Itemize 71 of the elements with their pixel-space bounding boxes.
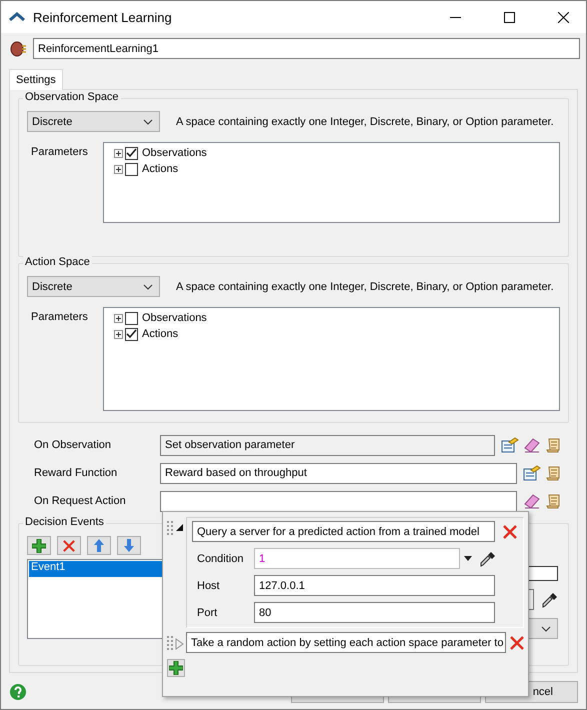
expand-icon[interactable] [114, 148, 123, 158]
drag-handle-icon[interactable] [167, 521, 173, 535]
condition-field[interactable]: 1 [254, 548, 460, 569]
checkbox[interactable] [125, 328, 138, 340]
field-label: Port [197, 606, 218, 618]
eraser-icon [523, 437, 541, 453]
parameter-label: Actions [141, 163, 178, 175]
trigger-label: On Request Action [34, 495, 127, 507]
eraser-icon [523, 493, 541, 509]
scroll-icon [546, 493, 562, 509]
chevron-down-icon [143, 118, 153, 124]
chevron-down-icon [541, 626, 551, 632]
checkbox[interactable] [125, 312, 138, 324]
brain-icon [9, 40, 27, 58]
plus-icon [169, 661, 183, 675]
minimize-icon [450, 16, 460, 18]
trigger-field[interactable]: Reward based on throughput [160, 462, 517, 484]
group-title: Decision Events [23, 516, 106, 528]
app-logo-icon [9, 12, 25, 22]
text-field[interactable]: 127.0.0.1 [254, 575, 495, 596]
arrow-down-icon [124, 539, 134, 552]
trigger-label: On Observation [34, 439, 112, 451]
scroll-icon [546, 465, 562, 481]
remove-button[interactable] [57, 536, 81, 555]
chevron-down-icon [143, 284, 153, 290]
object-name-field[interactable]: ReinforcementLearning1 [33, 38, 580, 59]
maximize-icon [504, 12, 514, 22]
text-field[interactable]: 80 [254, 602, 495, 623]
group-title: Observation Space [23, 91, 121, 103]
expand-icon[interactable] [114, 330, 123, 338]
trigger-field[interactable]: Set observation parameter [160, 434, 495, 456]
tab[interactable]: Settings [9, 69, 63, 90]
edit-icon [523, 465, 541, 481]
group-title: Action Space [23, 256, 92, 268]
edit-icon [501, 437, 519, 453]
checkbox[interactable] [125, 162, 138, 176]
delete-icon[interactable] [510, 636, 524, 650]
space-type-dropdown[interactable]: Discrete [27, 111, 160, 132]
parameters-label: Parameters [30, 310, 89, 325]
trigger-label: Reward Function [34, 467, 118, 479]
help-icon[interactable] [9, 683, 27, 701]
window-title: Reinforcement Learning [33, 10, 173, 24]
expand-icon[interactable] [114, 314, 123, 322]
space-type-dropdown[interactable]: Discrete [27, 276, 160, 297]
action-title-field[interactable]: Query a server for a predicted action from a trained model [192, 521, 495, 542]
add-button[interactable] [27, 536, 51, 555]
move-up-button[interactable] [87, 536, 111, 555]
space-description: A space containing exactly one Integer, Discrete, Binary, or Option parameter. [176, 280, 554, 292]
eyedropper-icon[interactable] [542, 592, 558, 608]
scroll-icon [546, 437, 562, 453]
parameter-label: Actions [141, 328, 178, 340]
delete-icon[interactable] [503, 524, 517, 538]
add-action-button[interactable] [167, 659, 185, 677]
checkbox[interactable] [125, 146, 138, 160]
field-label: Condition [197, 552, 244, 564]
dropdown-arrow-icon[interactable] [464, 556, 472, 561]
expand-icon[interactable] [114, 164, 123, 174]
parameters-label: Parameters [30, 145, 89, 160]
eyedropper-icon[interactable] [480, 550, 496, 566]
field-label: Host [197, 580, 221, 592]
drag-handle-icon[interactable] [167, 636, 173, 650]
close-icon [558, 12, 568, 22]
action-title-field[interactable]: Take a random action by setting each action space parameter to [186, 632, 506, 653]
parameter-label: Observations [141, 312, 207, 324]
plus-icon [32, 538, 46, 552]
delete-icon[interactable] [63, 540, 75, 552]
arrow-up-icon [94, 539, 104, 552]
move-down-button[interactable] [117, 536, 141, 555]
trigger-field[interactable] [160, 490, 517, 512]
parameter-label: Observations [141, 147, 207, 159]
space-description: A space containing exactly one Integer, Discrete, Binary, or Option parameter. [176, 116, 554, 128]
